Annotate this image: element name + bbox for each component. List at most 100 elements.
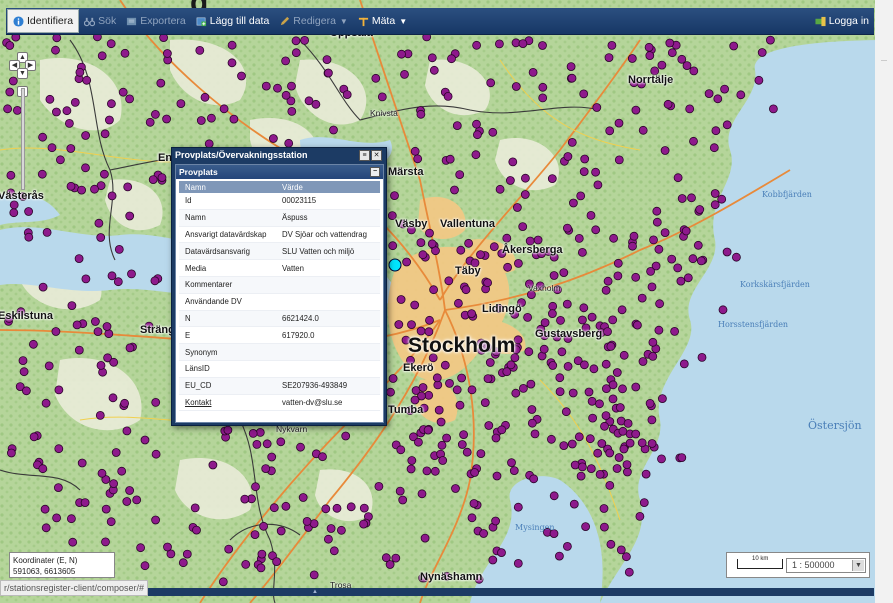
station-point[interactable] (67, 301, 77, 311)
station-point[interactable] (695, 205, 705, 214)
station-point[interactable] (491, 433, 501, 443)
station-point[interactable] (520, 190, 530, 199)
popup-options-button[interactable]: ≡ (359, 150, 370, 161)
station-point[interactable] (101, 537, 110, 547)
station-point[interactable] (140, 435, 150, 445)
station-point[interactable] (647, 282, 657, 292)
station-point[interactable] (461, 285, 471, 295)
station-point[interactable] (631, 105, 641, 115)
station-point[interactable] (648, 337, 658, 347)
station-point[interactable] (529, 474, 539, 484)
station-point[interactable] (732, 252, 741, 262)
station-point[interactable] (555, 551, 564, 561)
station-point[interactable] (518, 222, 528, 232)
station-point[interactable] (660, 228, 670, 238)
station-point[interactable] (206, 113, 216, 123)
station-point[interactable] (622, 460, 632, 470)
station-point[interactable] (578, 315, 587, 325)
search-button[interactable]: Sök (79, 9, 121, 33)
station-point[interactable] (163, 542, 172, 552)
station-point[interactable] (269, 503, 279, 513)
station-point[interactable] (5, 41, 15, 50)
station-point[interactable] (323, 534, 333, 544)
station-point[interactable] (514, 258, 523, 268)
station-point[interactable] (429, 65, 439, 75)
station-point[interactable] (618, 426, 628, 436)
station-point[interactable] (227, 58, 237, 68)
station-point[interactable] (455, 170, 465, 180)
station-point[interactable] (276, 526, 286, 536)
station-point[interactable] (8, 76, 18, 86)
station-point[interactable] (107, 191, 117, 201)
station-point[interactable] (332, 503, 342, 513)
station-point[interactable] (77, 458, 87, 468)
station-point[interactable] (93, 327, 103, 337)
station-point[interactable] (442, 433, 452, 443)
station-point[interactable] (420, 533, 430, 543)
station-point[interactable] (74, 345, 84, 355)
station-point[interactable] (523, 312, 532, 322)
station-point[interactable] (402, 257, 412, 267)
station-point[interactable] (547, 174, 557, 184)
station-point[interactable] (397, 49, 406, 59)
station-point[interactable] (359, 503, 369, 513)
station-point[interactable] (29, 339, 38, 349)
station-point[interactable] (96, 233, 106, 242)
station-point[interactable] (637, 438, 647, 448)
station-point[interactable] (754, 75, 764, 85)
station-point[interactable] (42, 227, 52, 237)
station-point[interactable] (524, 347, 534, 357)
station-point[interactable] (605, 448, 615, 458)
station-point[interactable] (709, 143, 719, 153)
station-point[interactable] (607, 41, 617, 50)
station-point[interactable] (503, 262, 513, 272)
station-point[interactable] (196, 116, 206, 125)
station-point[interactable] (599, 504, 609, 513)
station-point[interactable] (47, 143, 57, 153)
station-point[interactable] (150, 276, 160, 286)
station-point[interactable] (252, 439, 262, 449)
identify-button[interactable]: Identifiera (7, 9, 80, 33)
station-point[interactable] (538, 93, 548, 103)
station-point[interactable] (423, 425, 433, 435)
station-point[interactable] (257, 549, 267, 559)
station-point[interactable] (148, 175, 158, 185)
station-point[interactable] (587, 396, 597, 406)
station-point[interactable] (452, 385, 462, 395)
station-point[interactable] (229, 114, 239, 124)
station-point[interactable] (38, 282, 48, 292)
station-point[interactable] (391, 553, 401, 563)
station-point[interactable] (655, 299, 664, 309)
station-point[interactable] (569, 499, 579, 509)
station-point[interactable] (318, 452, 327, 462)
station-point[interactable] (689, 66, 699, 76)
station-point[interactable] (259, 521, 269, 531)
station-point[interactable] (52, 33, 62, 43)
station-point[interactable] (29, 432, 39, 442)
station-point[interactable] (56, 155, 65, 165)
station-point[interactable] (413, 437, 423, 447)
station-point[interactable] (96, 360, 106, 370)
station-point[interactable] (453, 298, 463, 308)
station-point[interactable] (451, 484, 460, 493)
station-point[interactable] (576, 191, 586, 201)
station-point[interactable] (717, 194, 727, 204)
station-point[interactable] (81, 163, 90, 173)
station-point[interactable] (645, 398, 655, 408)
station-point[interactable] (464, 238, 474, 248)
station-point[interactable] (483, 278, 493, 288)
station-point[interactable] (677, 453, 687, 463)
station-point[interactable] (586, 210, 596, 220)
station-point[interactable] (54, 444, 64, 454)
station-point[interactable] (68, 537, 78, 547)
station-point[interactable] (75, 67, 85, 77)
station-point[interactable] (614, 118, 624, 128)
station-point[interactable] (447, 54, 456, 64)
station-point[interactable] (6, 170, 16, 180)
station-point[interactable] (595, 399, 604, 409)
station-point[interactable] (40, 504, 50, 514)
station-point[interactable] (445, 378, 454, 388)
station-point[interactable] (647, 415, 657, 425)
station-point[interactable] (52, 107, 61, 117)
station-point[interactable] (432, 373, 442, 383)
